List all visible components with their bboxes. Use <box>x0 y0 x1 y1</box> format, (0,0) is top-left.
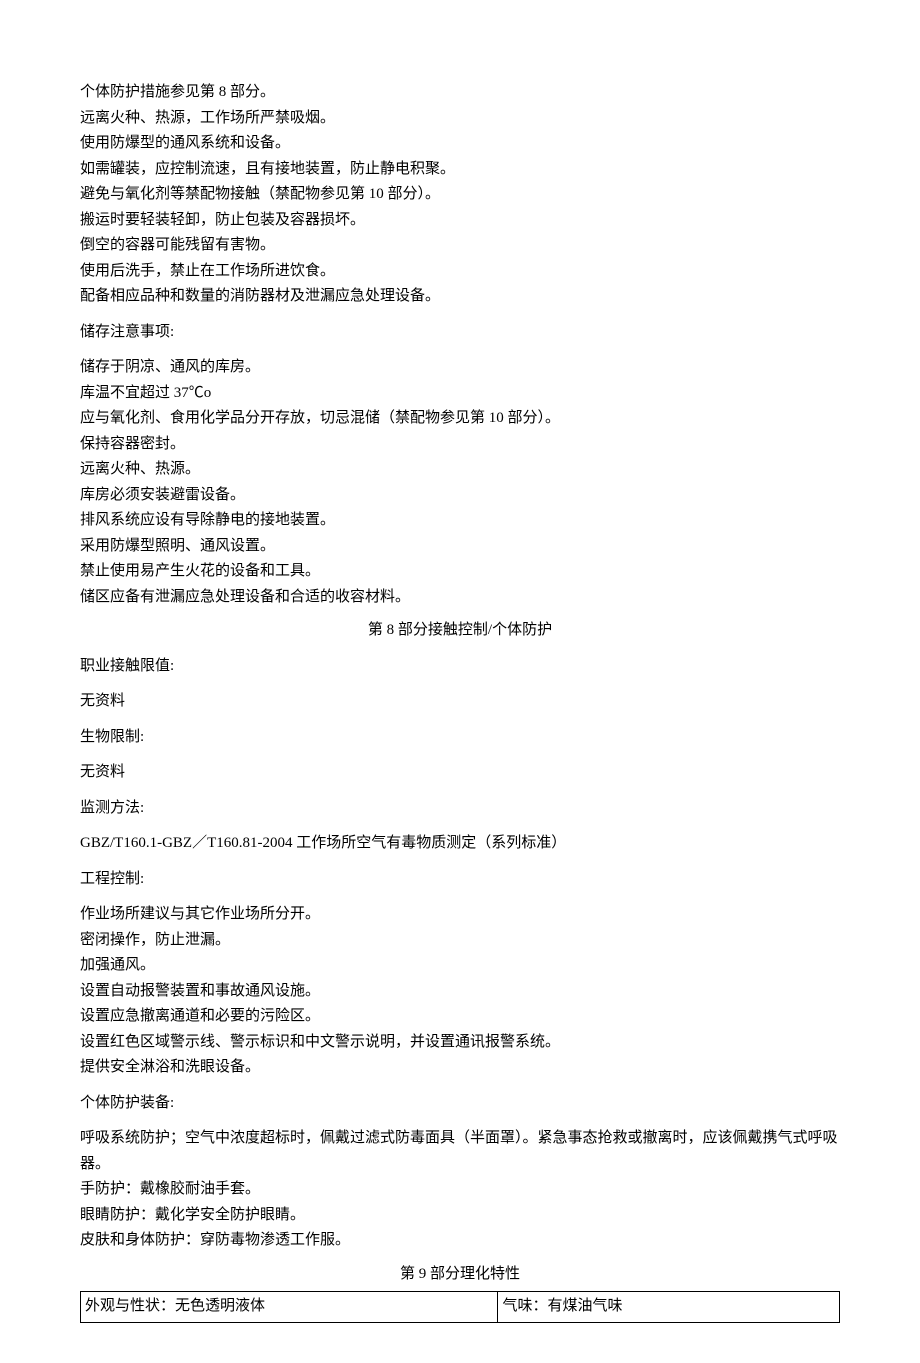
ppe-line: 呼吸系统防护；空气中浓度超标时，佩戴过滤式防毒面具（半面罩）。紧急事态抢救或撤离… <box>80 1126 840 1177</box>
storage-precautions: 储存于阴凉、通风的库房。 库温不宜超过 37℃o 应与氧化剂、食用化学品分开存放… <box>80 355 840 610</box>
eng-control-line: 设置红色区域警示线、警示标识和中文警示说明，并设置通讯报警系统。 <box>80 1030 840 1056</box>
eng-control-line: 作业场所建议与其它作业场所分开。 <box>80 902 840 928</box>
section-9-title: 第 9 部分理化特性 <box>80 1262 840 1288</box>
table-row: 外观与性状：无色透明液体 气味：有煤油气味 <box>81 1292 840 1323</box>
eng-control-line: 密闭操作，防止泄漏。 <box>80 928 840 954</box>
storage-heading: 储存注意事项: <box>80 320 840 346</box>
handling-line: 如需罐装，应控制流速，且有接地装置，防止静电积聚。 <box>80 157 840 183</box>
handling-line: 使用后洗手，禁止在工作场所进饮食。 <box>80 259 840 285</box>
handling-line: 远离火种、热源，工作场所严禁吸烟。 <box>80 106 840 132</box>
storage-line: 库温不宜超过 37℃o <box>80 381 840 407</box>
eng-control-line: 加强通风。 <box>80 953 840 979</box>
monitoring-value: GBZ/T160.1-GBZ／T160.81-2004 工作场所空气有毒物质测定… <box>80 831 840 857</box>
occupational-limit-value: 无资料 <box>80 689 840 715</box>
handling-line: 倒空的容器可能残留有害物。 <box>80 233 840 259</box>
storage-line: 保持容器密封。 <box>80 432 840 458</box>
storage-line: 采用防爆型照明、通风设置。 <box>80 534 840 560</box>
appearance-cell: 外观与性状：无色透明液体 <box>81 1292 498 1323</box>
storage-line: 库房必须安装避雷设备。 <box>80 483 840 509</box>
eng-control-line: 提供安全淋浴和洗眼设备。 <box>80 1055 840 1081</box>
eng-control-line: 设置自动报警装置和事故通风设施。 <box>80 979 840 1005</box>
handling-precautions: 个体防护措施参见第 8 部分。 远离火种、热源，工作场所严禁吸烟。 使用防爆型的… <box>80 80 840 310</box>
handling-line: 配备相应品种和数量的消防器材及泄漏应急处理设备。 <box>80 284 840 310</box>
storage-line: 排风系统应设有导除静电的接地装置。 <box>80 508 840 534</box>
storage-line: 储存于阴凉、通风的库房。 <box>80 355 840 381</box>
engineering-control-lines: 作业场所建议与其它作业场所分开。 密闭操作，防止泄漏。 加强通风。 设置自动报警… <box>80 902 840 1081</box>
ppe-lines: 呼吸系统防护；空气中浓度超标时，佩戴过滤式防毒面具（半面罩）。紧急事态抢救或撤离… <box>80 1126 840 1254</box>
storage-line: 储区应备有泄漏应急处理设备和合适的收容材料。 <box>80 585 840 611</box>
handling-line: 避免与氧化剂等禁配物接触（禁配物参见第 10 部分）。 <box>80 182 840 208</box>
odor-cell: 气味：有煤油气味 <box>498 1292 840 1323</box>
handling-line: 搬运时要轻装轻卸，防止包装及容器损坏。 <box>80 208 840 234</box>
handling-line: 使用防爆型的通风系统和设备。 <box>80 131 840 157</box>
occupational-limit-label: 职业接触限值: <box>80 654 840 680</box>
storage-line: 应与氧化剂、食用化学品分开存放，切忌混储（禁配物参见第 10 部分）。 <box>80 406 840 432</box>
handling-line: 个体防护措施参见第 8 部分。 <box>80 80 840 106</box>
bio-limit-label: 生物限制: <box>80 725 840 751</box>
ppe-line: 眼睛防护：戴化学安全防护眼睛。 <box>80 1203 840 1229</box>
bio-limit-value: 无资料 <box>80 760 840 786</box>
monitoring-label: 监测方法: <box>80 796 840 822</box>
storage-line: 禁止使用易产生火花的设备和工具。 <box>80 559 840 585</box>
ppe-line: 手防护：戴橡胶耐油手套。 <box>80 1177 840 1203</box>
ppe-label: 个体防护装备: <box>80 1091 840 1117</box>
section-8-title: 第 8 部分接触控制/个体防护 <box>80 618 840 644</box>
eng-control-line: 设置应急撤离通道和必要的污险区。 <box>80 1004 840 1030</box>
storage-line: 远离火种、热源。 <box>80 457 840 483</box>
physicochemical-table: 外观与性状：无色透明液体 气味：有煤油气味 <box>80 1291 840 1323</box>
ppe-line: 皮肤和身体防护：穿防毒物渗透工作服。 <box>80 1228 840 1254</box>
engineering-control-label: 工程控制: <box>80 867 840 893</box>
